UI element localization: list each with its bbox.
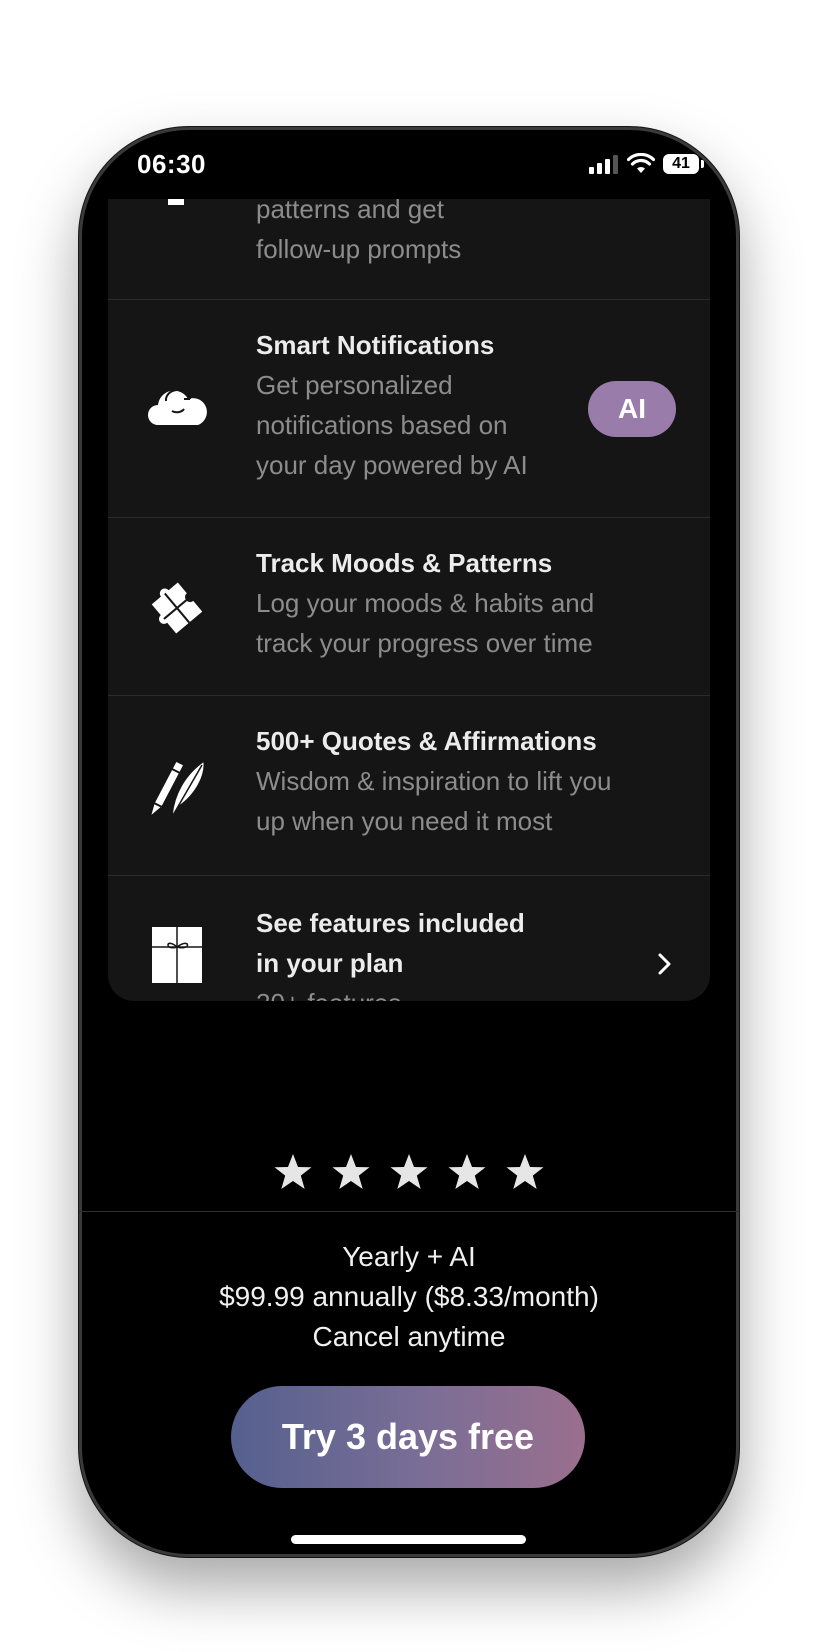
feature-desc-line: Wisdom & inspiration to lift you — [256, 766, 612, 796]
phone-screen: 06:30 41 patterns and get follow-up prom… — [79, 127, 739, 1557]
feature-title: 500+ Quotes & Affirmations — [256, 726, 597, 756]
feature-desc-line: Get personalized — [256, 370, 453, 400]
partial-desc-line2: follow-up prompts — [256, 234, 462, 264]
divider — [79, 1211, 739, 1212]
partial-icon — [168, 199, 184, 205]
gift-box-icon — [152, 927, 202, 983]
see-features-title-line: in your plan — [256, 948, 404, 978]
plan-name: Yearly + AI — [342, 1241, 476, 1272]
feature-desc-line: Log your moods & habits and — [256, 588, 595, 618]
star-icon — [332, 1154, 370, 1189]
feature-row-quotes: 500+ Quotes & Affirmations Wisdom & insp… — [108, 695, 710, 876]
see-features-subtitle: 20+ features — [256, 983, 525, 1001]
partial-desc-line1: patterns and get — [256, 199, 444, 224]
battery-icon: 41 — [663, 154, 704, 174]
plan-info: Yearly + AI $99.99 annually ($8.33/month… — [79, 1237, 739, 1357]
features-card: patterns and get follow-up prompts Smart… — [108, 199, 710, 1001]
status-bar: 06:30 41 — [79, 127, 739, 199]
star-icon — [448, 1154, 486, 1189]
feature-desc-line: up when you need it most — [256, 806, 553, 836]
status-time: 06:30 — [137, 149, 206, 179]
puzzle-icon — [151, 582, 203, 634]
star-icon — [390, 1154, 428, 1189]
signal-icon — [589, 155, 618, 174]
try-free-button[interactable]: Try 3 days free — [231, 1386, 585, 1488]
plan-price: $99.99 annually ($8.33/month) — [219, 1281, 599, 1312]
home-indicator — [291, 1535, 526, 1544]
pencil-feather-icon — [148, 759, 205, 820]
feature-row-partial: patterns and get follow-up prompts — [108, 199, 710, 300]
feature-row-track-moods: Track Moods & Patterns Log your moods & … — [108, 517, 710, 696]
rating-stars — [79, 1152, 739, 1192]
feature-title: Smart Notifications — [256, 330, 495, 360]
feature-desc-line: track your progress over time — [256, 628, 593, 658]
star-icon — [274, 1154, 312, 1189]
see-features-row[interactable]: See features included in your plan 20+ f… — [108, 875, 710, 1001]
feature-title: Track Moods & Patterns — [256, 548, 553, 578]
feature-row-smart-notifications: Smart Notifications Get personalized not… — [108, 299, 710, 518]
feature-desc-line: your day powered by AI — [256, 450, 528, 480]
see-features-title-line: See features included — [256, 908, 525, 938]
chevron-right-icon — [658, 953, 671, 975]
cloud-refresh-icon — [148, 389, 207, 425]
plan-cancel: Cancel anytime — [312, 1321, 506, 1352]
wifi-icon — [627, 153, 655, 173]
star-icon — [506, 1154, 544, 1189]
ai-badge: AI — [588, 381, 676, 437]
status-icons: 41 — [589, 153, 704, 175]
feature-desc-line: notifications based on — [256, 410, 508, 440]
